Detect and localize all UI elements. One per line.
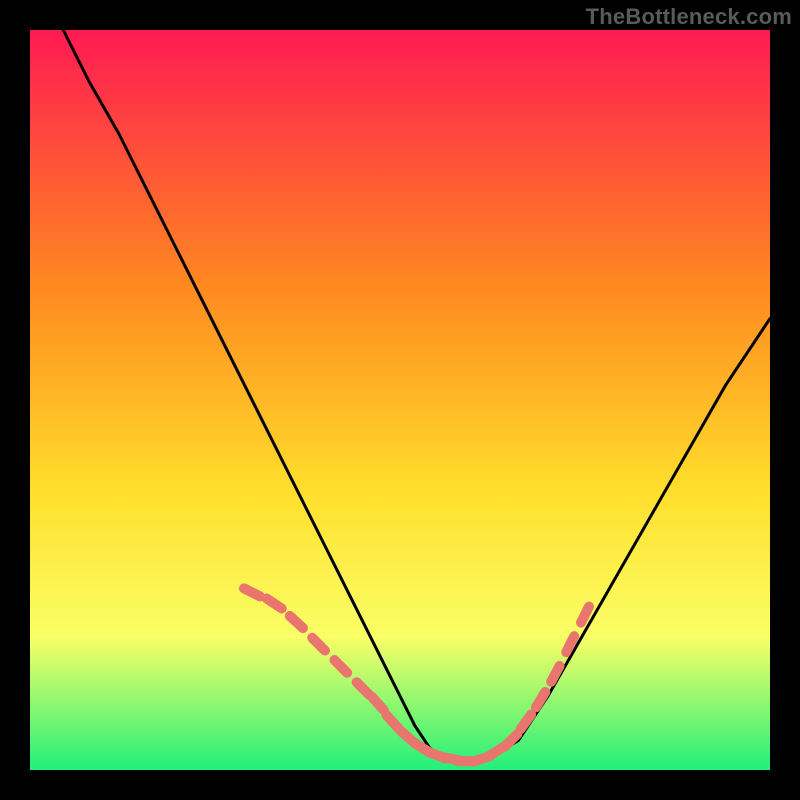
plot-svg	[30, 30, 770, 770]
watermark-text: TheBottleneck.com	[586, 4, 792, 30]
chart-frame: TheBottleneck.com	[0, 0, 800, 800]
gradient-background	[30, 30, 770, 770]
plot-area	[30, 30, 770, 770]
